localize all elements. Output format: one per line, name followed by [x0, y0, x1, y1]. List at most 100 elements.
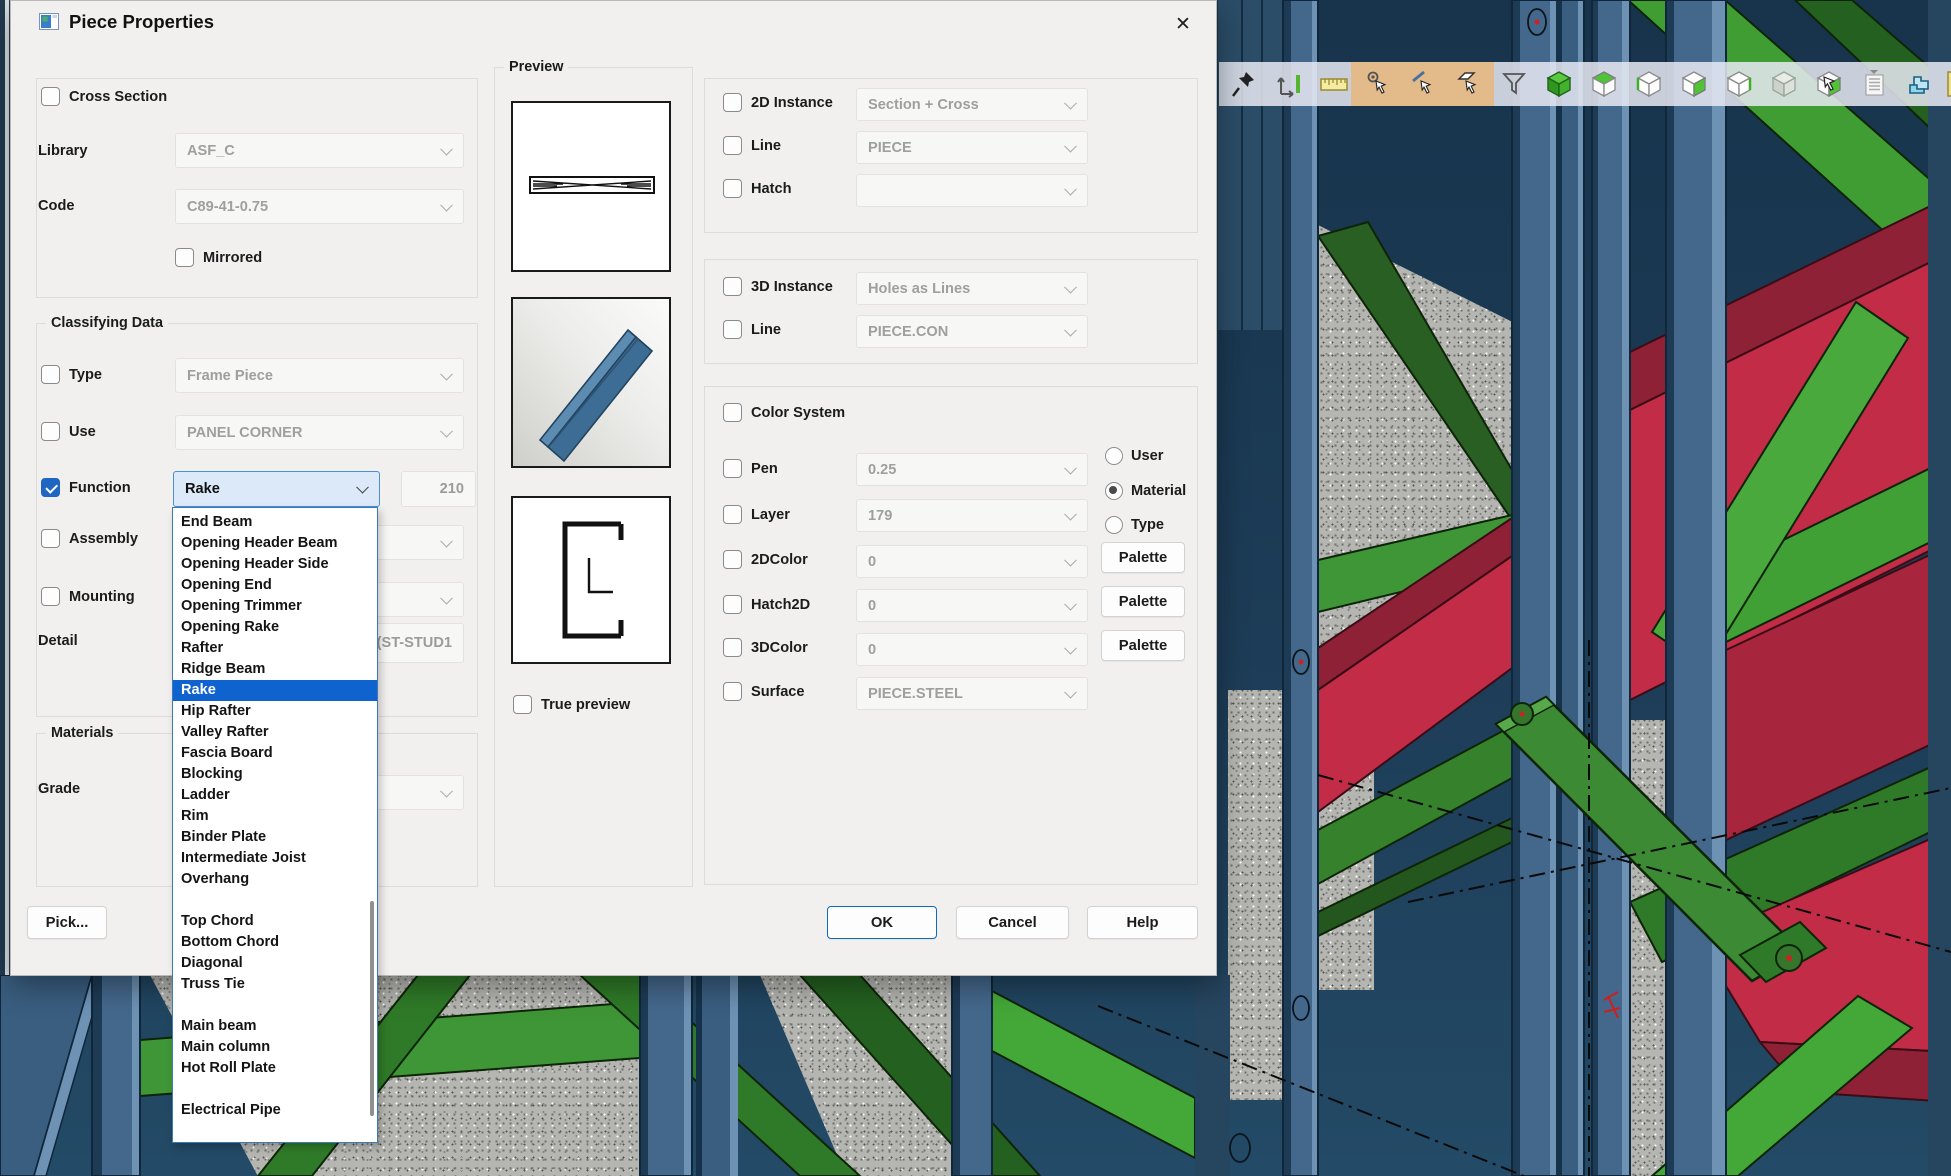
pen-label: Pen — [751, 461, 778, 477]
measure-distance-icon[interactable] — [1274, 69, 1304, 99]
hatch2d-select[interactable]: 0 — [856, 589, 1088, 622]
function-checkbox[interactable] — [41, 478, 60, 497]
cube-right-face-icon[interactable] — [1679, 69, 1709, 99]
surface-checkbox[interactable] — [723, 682, 742, 701]
cross-section-checkbox[interactable] — [41, 87, 60, 106]
3d-line-select[interactable]: PIECE.CON — [856, 315, 1088, 348]
classifying-data-title: Classifying Data — [46, 315, 168, 331]
2dcolor-palette-button[interactable]: Palette — [1101, 542, 1185, 573]
function-option-rim[interactable]: Rim — [173, 806, 377, 827]
library-select[interactable]: ASF_C — [175, 133, 464, 168]
preview-top-view — [511, 101, 671, 272]
cube-outline-icon[interactable] — [1634, 69, 1664, 99]
function-option-binder-plate[interactable]: Binder Plate — [173, 827, 377, 848]
function-option-end-beam[interactable]: End Beam — [173, 512, 377, 533]
notes-icon[interactable] — [1859, 69, 1889, 99]
layer-stack-icon[interactable] — [1904, 69, 1934, 99]
function-option-opening-header-side[interactable]: Opening Header Side — [173, 554, 377, 575]
function-select[interactable]: Rake — [173, 471, 380, 507]
sketch-line-cursor-icon[interactable] — [1409, 69, 1439, 99]
function-option-ridge-beam[interactable]: Ridge Beam — [173, 659, 377, 680]
assembly-checkbox[interactable] — [41, 529, 60, 548]
color-system-checkbox[interactable] — [723, 403, 742, 422]
cross-section-label: Cross Section — [69, 89, 167, 105]
function-option-bottom-chord[interactable]: Bottom Chord — [173, 932, 377, 953]
function-option-top-chord[interactable]: Top Chord — [173, 911, 377, 932]
pen-checkbox[interactable] — [723, 459, 742, 478]
cube-edge-icon[interactable] — [1724, 69, 1754, 99]
function-option-blocking[interactable]: Blocking — [173, 764, 377, 785]
3d-instance-select[interactable]: Holes as Lines — [856, 272, 1088, 305]
3dcolor-checkbox[interactable] — [723, 638, 742, 657]
2d-line-select[interactable]: PIECE — [856, 131, 1088, 164]
clipboard-icon[interactable] — [1944, 69, 1951, 99]
radio-user[interactable] — [1105, 447, 1123, 465]
use-checkbox[interactable] — [41, 422, 60, 441]
detail-label: Detail — [38, 633, 78, 649]
hatch2d-palette-button[interactable]: Palette — [1101, 586, 1185, 617]
shaded-cube-icon[interactable] — [1769, 69, 1799, 99]
function-option-overhang[interactable]: Overhang — [173, 869, 377, 890]
hatch-checkbox[interactable] — [723, 179, 742, 198]
3dcolor-select[interactable]: 0 — [856, 633, 1088, 666]
hatch-select[interactable] — [856, 174, 1088, 207]
code-select[interactable]: C89-41-0.75 — [175, 189, 464, 224]
function-dropdown[interactable]: End BeamOpening Header BeamOpening Heade… — [172, 507, 378, 1143]
layer-checkbox[interactable] — [723, 505, 742, 524]
pen-select[interactable]: 0.25 — [856, 453, 1088, 486]
close-icon[interactable]: ✕ — [1163, 6, 1203, 42]
function-option-fascia-board[interactable]: Fascia Board — [173, 743, 377, 764]
cancel-button[interactable]: Cancel — [956, 906, 1069, 939]
function-number-field[interactable]: 210 — [401, 471, 476, 507]
ok-button[interactable]: OK — [827, 906, 937, 939]
function-option-opening-header-beam[interactable]: Opening Header Beam — [173, 533, 377, 554]
sketch-plane-cursor-icon[interactable] — [1454, 69, 1484, 99]
radio-material[interactable] — [1105, 482, 1123, 500]
layer-select[interactable]: 179 — [856, 499, 1088, 532]
function-option-rafter[interactable]: Rafter — [173, 638, 377, 659]
function-option-hip-rafter[interactable]: Hip Rafter — [173, 701, 377, 722]
function-option-truss-tie[interactable]: Truss Tie — [173, 974, 377, 995]
mounting-checkbox[interactable] — [41, 587, 60, 606]
function-option-ladder[interactable]: Ladder — [173, 785, 377, 806]
true-preview-checkbox[interactable] — [513, 695, 532, 714]
function-option-opening-trimmer[interactable]: Opening Trimmer — [173, 596, 377, 617]
snap-point-cursor-icon[interactable] — [1364, 69, 1394, 99]
mirrored-checkbox[interactable] — [175, 248, 194, 267]
function-option-main-column[interactable]: Main column — [173, 1037, 377, 1058]
surface-select[interactable]: PIECE.STEEL — [856, 677, 1088, 710]
function-option-opening-end[interactable]: Opening End — [173, 575, 377, 596]
function-option-opening-rake[interactable]: Opening Rake — [173, 617, 377, 638]
type-select[interactable]: Frame Piece — [175, 358, 464, 393]
dropdown-scrollbar-thumb[interactable] — [370, 901, 374, 1116]
type-checkbox[interactable] — [41, 365, 60, 384]
chevron-down-icon — [1064, 685, 1077, 698]
ruler-icon[interactable] — [1319, 69, 1349, 99]
hatch2d-checkbox[interactable] — [723, 595, 742, 614]
2d-line-checkbox[interactable] — [723, 136, 742, 155]
function-option-valley-rafter[interactable]: Valley Rafter — [173, 722, 377, 743]
solid-cube-icon[interactable] — [1544, 69, 1574, 99]
radio-type[interactable] — [1105, 516, 1123, 534]
function-option-diagonal[interactable]: Diagonal — [173, 953, 377, 974]
use-select[interactable]: PANEL CORNER — [175, 415, 464, 450]
pushpin-icon[interactable] — [1229, 69, 1259, 99]
select-solid-cursor-icon[interactable] — [1814, 69, 1844, 99]
function-option-main-beam[interactable]: Main beam — [173, 1016, 377, 1037]
3d-line-checkbox[interactable] — [723, 320, 742, 339]
2d-instance-select[interactable]: Section + Cross — [856, 88, 1088, 121]
3dcolor-palette-button[interactable]: Palette — [1101, 630, 1185, 661]
preview-section-view — [511, 496, 671, 664]
2dcolor-select[interactable]: 0 — [856, 545, 1088, 578]
function-option-intermediate-joist[interactable]: Intermediate Joist — [173, 848, 377, 869]
pick-button[interactable]: Pick... — [27, 906, 107, 939]
3d-instance-checkbox[interactable] — [723, 277, 742, 296]
2dcolor-checkbox[interactable] — [723, 550, 742, 569]
2d-instance-checkbox[interactable] — [723, 93, 742, 112]
function-option-hot-roll-plate[interactable]: Hot Roll Plate — [173, 1058, 377, 1079]
cube-top-face-icon[interactable] — [1589, 69, 1619, 99]
filter-icon[interactable] — [1499, 69, 1529, 99]
function-option-rake[interactable]: Rake — [173, 680, 377, 701]
help-button[interactable]: Help — [1087, 906, 1198, 939]
function-option-electrical-pipe[interactable]: Electrical Pipe — [173, 1100, 377, 1121]
